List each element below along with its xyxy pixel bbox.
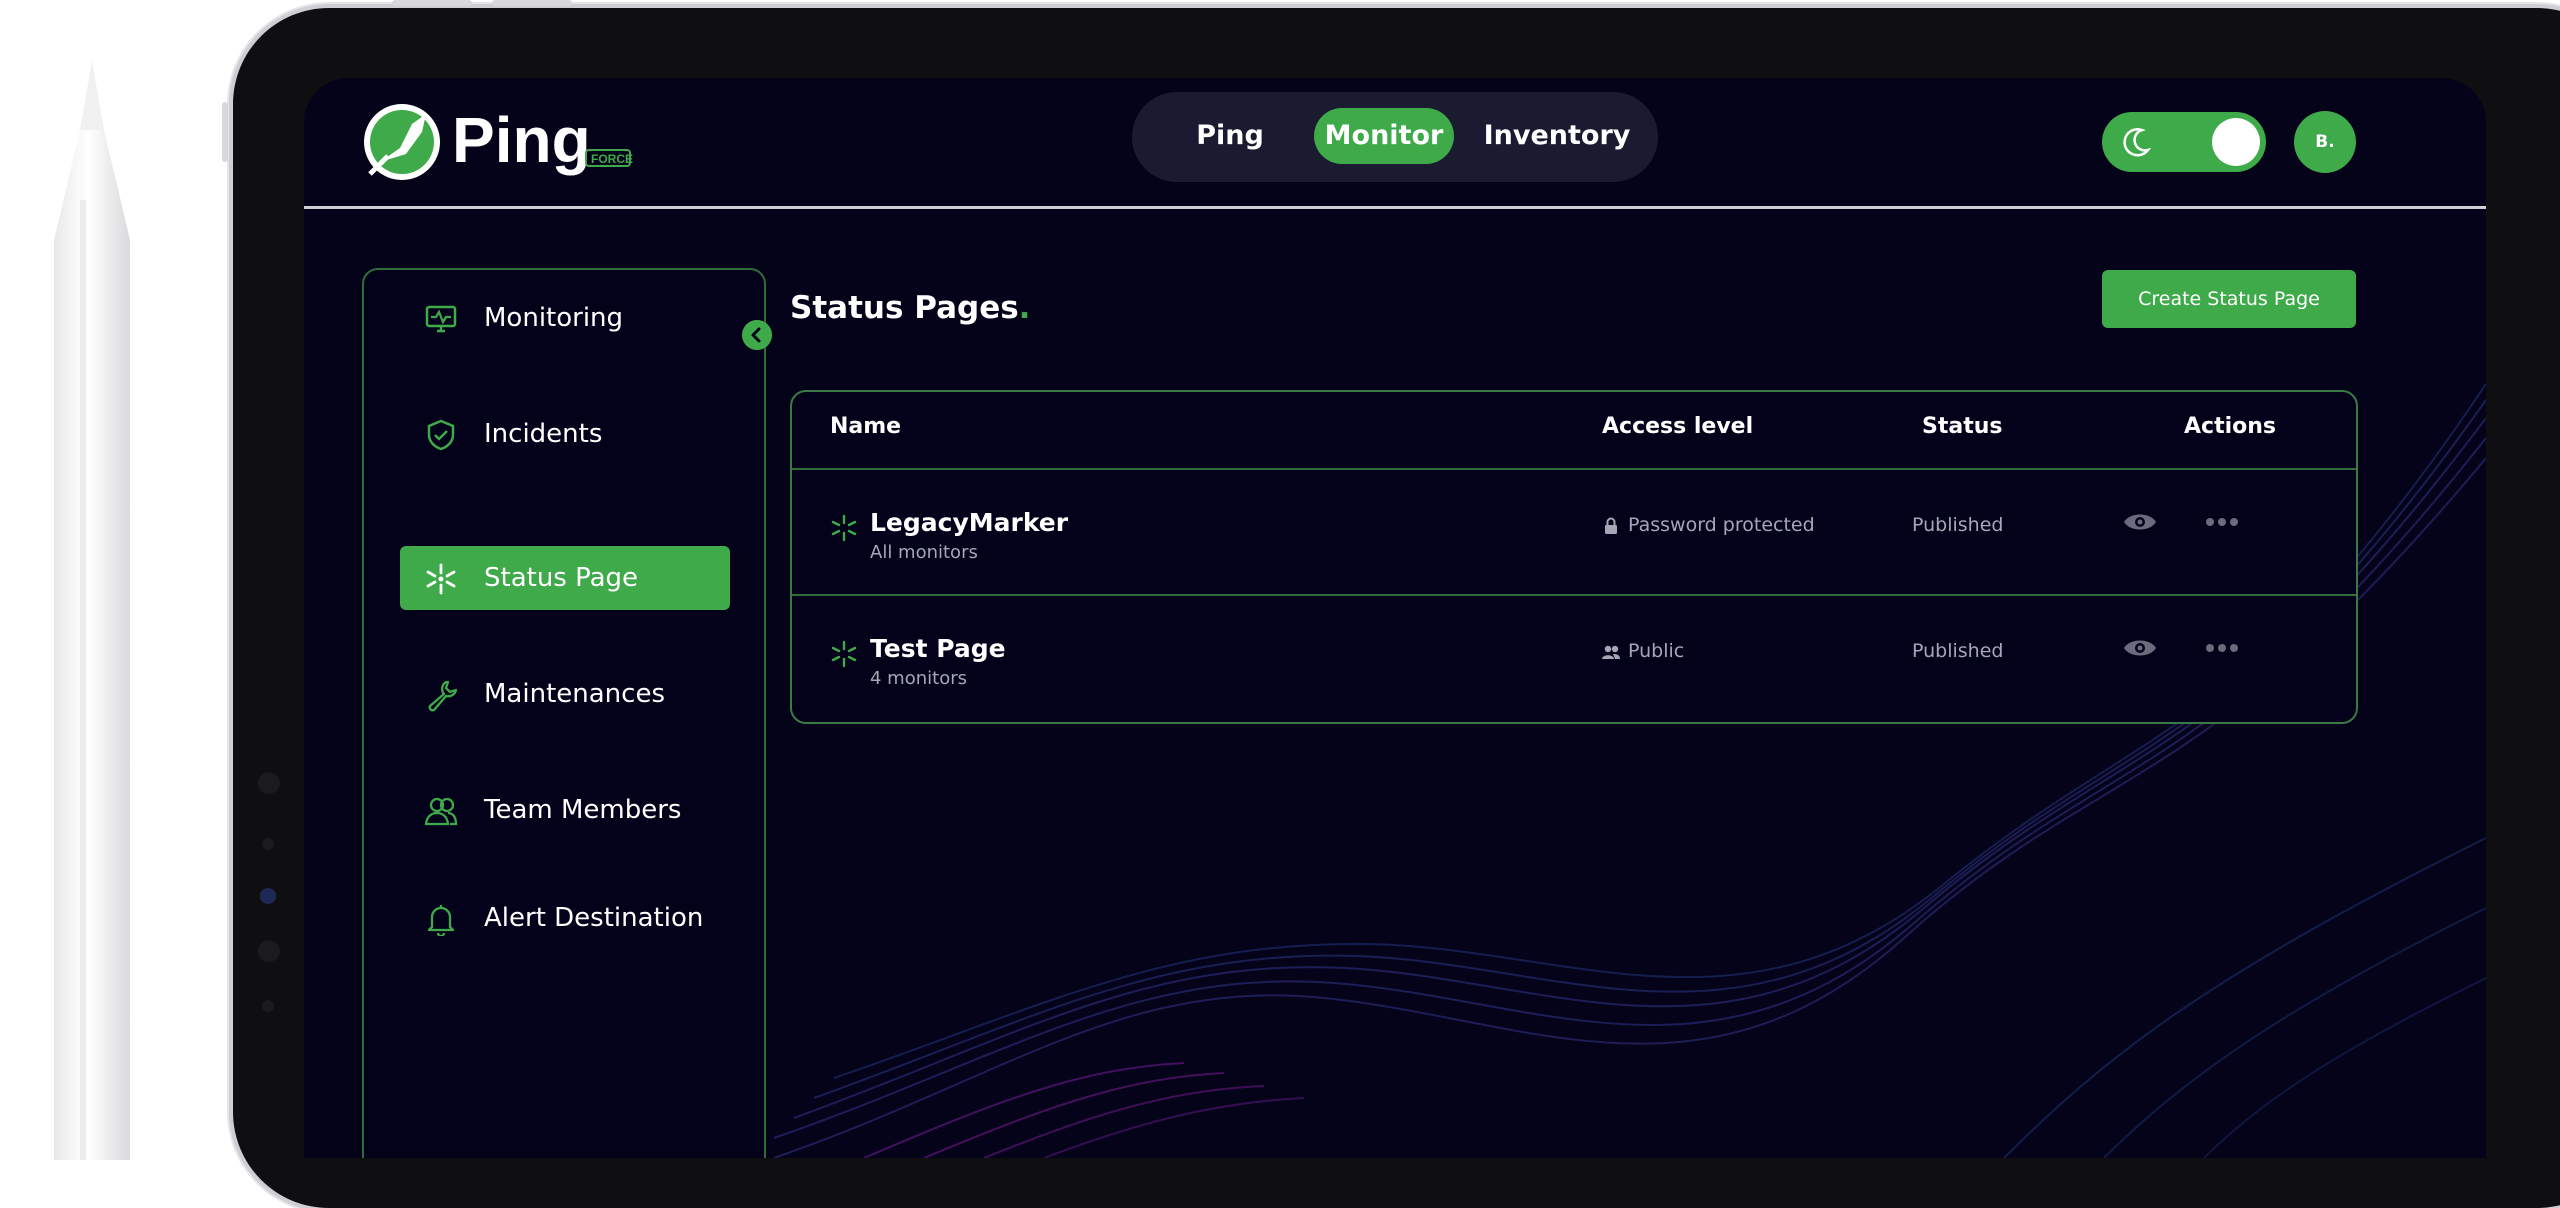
tablet-sensor bbox=[262, 838, 274, 850]
broadcast-icon bbox=[831, 640, 857, 668]
tablet-sensor bbox=[262, 1000, 274, 1012]
pencil-image bbox=[54, 60, 130, 1160]
toggle-knob bbox=[2212, 118, 2260, 166]
people-icon bbox=[1602, 645, 1620, 659]
page-title-dot: . bbox=[1018, 290, 1031, 326]
divider bbox=[792, 594, 2356, 596]
tablet-button bbox=[392, 0, 472, 6]
tablet-camera bbox=[260, 888, 276, 904]
status-cell: Published bbox=[1912, 514, 2004, 536]
monitor-icon bbox=[425, 305, 457, 333]
sidebar-item-label: Team Members bbox=[484, 795, 682, 825]
access-level-text: Public bbox=[1628, 640, 1685, 662]
nav-ping[interactable]: Ping bbox=[1180, 108, 1280, 164]
shield-check-icon bbox=[427, 419, 455, 451]
divider bbox=[792, 468, 2356, 470]
app-header: Ping FORCE Ping Monitor Inventory B. bbox=[304, 78, 2486, 209]
theme-toggle[interactable] bbox=[2102, 112, 2266, 172]
ping-force-logo[interactable]: Ping FORCE bbox=[360, 92, 650, 192]
access-level-cell: Public bbox=[1600, 640, 1684, 662]
svg-text:FORCE: FORCE bbox=[591, 152, 633, 166]
nav-monitor[interactable]: Monitor bbox=[1314, 108, 1454, 164]
sidebar-item-label: Status Page bbox=[484, 563, 639, 593]
tablet-button bbox=[492, 0, 572, 6]
create-status-page-button[interactable]: Create Status Page bbox=[2102, 270, 2356, 328]
lock-icon bbox=[1605, 517, 1617, 534]
tablet-sensor bbox=[258, 772, 280, 794]
sidebar-item-label: Alert Destination bbox=[484, 903, 704, 933]
svg-text:Ping: Ping bbox=[452, 104, 591, 176]
team-icon bbox=[424, 797, 458, 826]
sidebar: Monitoring Incidents Status Page Mainten… bbox=[362, 268, 766, 1158]
status-cell: Published bbox=[1912, 640, 2004, 662]
status-page-name[interactable]: LegacyMarker bbox=[870, 508, 1068, 537]
sidebar-item-maintenances[interactable]: Maintenances bbox=[400, 662, 730, 726]
status-page-monitors: All monitors bbox=[870, 542, 978, 563]
sidebar-item-label: Maintenances bbox=[484, 679, 665, 709]
tablet-button bbox=[222, 102, 228, 162]
broadcast-icon bbox=[831, 514, 857, 542]
view-eye-icon[interactable] bbox=[2122, 510, 2158, 534]
wrench-icon bbox=[428, 680, 458, 712]
sidebar-item-status-page[interactable]: Status Page bbox=[400, 546, 730, 610]
status-page-monitors: 4 monitors bbox=[870, 668, 967, 689]
column-header-actions: Actions bbox=[2184, 414, 2276, 439]
sidebar-item-monitoring[interactable]: Monitoring bbox=[400, 286, 730, 350]
top-nav: Ping Monitor Inventory bbox=[1132, 92, 1658, 182]
sidebar-item-incidents[interactable]: Incidents bbox=[400, 402, 730, 466]
more-options-icon[interactable] bbox=[2204, 636, 2240, 660]
moon-icon bbox=[2123, 128, 2152, 157]
sidebar-item-label: Incidents bbox=[484, 419, 603, 449]
view-eye-icon[interactable] bbox=[2122, 636, 2158, 660]
sidebar-item-alert-destination[interactable]: Alert Destination bbox=[400, 886, 730, 950]
page-title: Status Pages. bbox=[790, 290, 1030, 326]
broadcast-icon bbox=[426, 563, 456, 595]
user-avatar[interactable]: B. bbox=[2294, 111, 2356, 173]
sidebar-item-label: Monitoring bbox=[484, 303, 624, 333]
bell-icon bbox=[427, 905, 455, 936]
app-screen: Ping FORCE Ping Monitor Inventory B. Mon… bbox=[304, 78, 2486, 1158]
collapse-sidebar-button[interactable] bbox=[742, 320, 772, 350]
column-header-name: Name bbox=[830, 414, 902, 439]
page-title-text: Status Pages bbox=[790, 290, 1019, 326]
sidebar-item-team-members[interactable]: Team Members bbox=[400, 778, 730, 842]
status-page-name[interactable]: Test Page bbox=[870, 634, 1006, 663]
column-header-status: Status bbox=[1922, 414, 2003, 439]
nav-inventory[interactable]: Inventory bbox=[1472, 108, 1642, 164]
more-options-icon[interactable] bbox=[2204, 510, 2240, 534]
access-level-cell: Password protected bbox=[1600, 514, 1815, 536]
access-level-text: Password protected bbox=[1628, 514, 1815, 536]
status-pages-table: Name Access level Status Actions LegacyM… bbox=[790, 390, 2358, 724]
column-header-access-level: Access level bbox=[1602, 414, 1754, 439]
tablet-sensor bbox=[258, 940, 280, 962]
